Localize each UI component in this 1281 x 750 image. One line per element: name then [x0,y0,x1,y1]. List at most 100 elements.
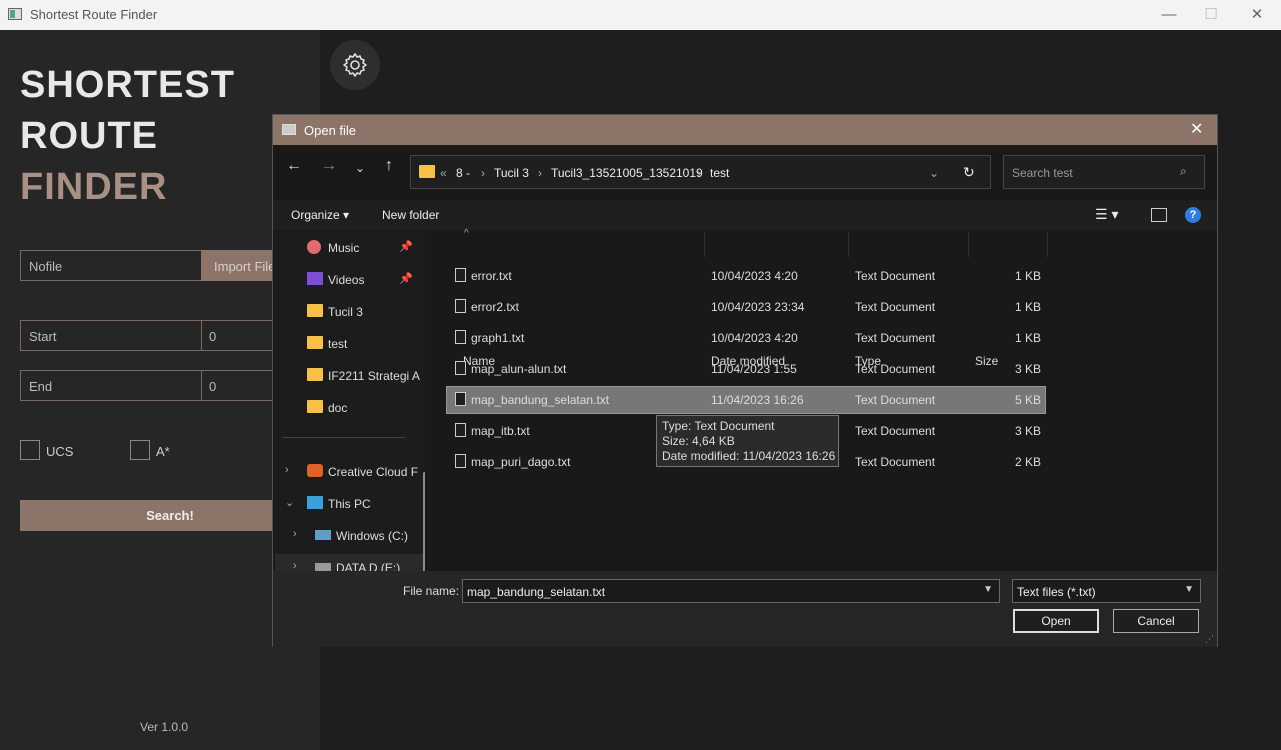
file-list: ^ Name Date modified Type Size error.txt… [433,228,1217,572]
nav-item-if2211[interactable]: IF2211 Strategi A [275,362,425,390]
cancel-button[interactable]: Cancel [1113,609,1199,633]
nav-item-creative-cloud[interactable]: › Creative Cloud F [275,458,425,486]
pin-icon: 📌 [399,241,413,253]
nav-scrollbar[interactable] [423,472,425,572]
tooltip-date: Date modified: 11/04/2023 16:26 [662,449,836,463]
gear-icon [343,53,367,77]
end-value[interactable]: 0 [209,379,216,394]
file-name-display: Nofile [20,250,202,281]
breadcrumb-item[interactable]: Tucil3_13521005_13521019 [551,166,703,180]
version-label: Ver 1.0.0 [140,720,189,734]
maximize-button[interactable]: ☐ [1188,0,1234,30]
nav-item-windows-c[interactable]: › Windows (C:) [275,522,425,550]
organize-button[interactable]: Organize ▾ [291,208,349,222]
view-options-icon[interactable]: ☰ ▾ [1095,206,1118,223]
file-date: 11/04/2023 1:55 [711,362,797,376]
start-value[interactable]: 0 [209,329,216,344]
resize-grip-icon[interactable]: ⋰ [1205,634,1214,645]
tooltip-type: Type: Text Document [662,419,775,433]
astar-checkbox[interactable] [130,440,150,460]
chevron-down-icon[interactable]: ⌄ [929,166,939,180]
file-type: Text Document [855,393,936,407]
file-type-select[interactable]: Text files (*.txt) ▼ [1012,579,1201,603]
minimize-button[interactable]: — [1146,0,1192,30]
nav-item-label: Music [328,241,360,255]
file-name-field[interactable]: map_bandung_selatan.txt ▼ [462,579,1000,603]
folder-icon [307,336,323,349]
file-name-value: map_bandung_selatan.txt [467,585,606,599]
chevron-down-icon[interactable]: ▼ [983,584,993,595]
dialog-title-bar: Open file ✕ [273,115,1217,145]
text-file-icon [455,454,466,468]
table-row-selected[interactable]: map_bandung_selatan.txt 11/04/2023 16:26… [446,386,1046,414]
chevron-right-icon: › [285,464,289,476]
app-icon [8,8,22,20]
search-input[interactable]: Search test ⌕ [1003,155,1205,189]
new-folder-button[interactable]: New folder [382,208,439,222]
breadcrumb-item[interactable]: 8 - [456,166,470,180]
search-placeholder: Search test [1012,166,1073,180]
app-window: Shortest Route Finder — ☐ ✕ SHORTEST ROU… [0,0,1281,750]
table-row[interactable]: error.txt 10/04/2023 4:20 Text Document … [447,263,1045,289]
nav-item-test[interactable]: test [275,330,425,358]
file-name: graph1.txt [471,331,525,345]
folder-icon [419,165,435,178]
nav-item-data-d[interactable]: › DATA D (E:) [275,554,425,572]
file-size: 3 KB [1014,362,1041,376]
start-label: Start [29,329,57,344]
open-file-dialog: Open file ✕ ← → ⌄ ↑ « 8 - › Tucil 3 › Tu… [272,114,1218,647]
help-icon[interactable]: ? [1185,207,1201,223]
file-type: Text Document [855,300,936,314]
preview-pane-icon[interactable] [1151,208,1167,222]
divider [201,321,202,350]
recent-chevron-icon[interactable]: ⌄ [345,161,375,175]
settings-button[interactable] [330,40,380,90]
back-arrow-icon[interactable]: ← [279,157,309,175]
file-type-value: Text files (*.txt) [1017,585,1096,599]
file-type: Text Document [855,331,936,345]
music-icon [307,240,321,254]
nav-item-videos[interactable]: Videos 📌 [275,266,425,294]
folder-icon [307,368,323,381]
breadcrumb-item[interactable]: test [710,166,729,180]
nav-item-label: Videos [328,273,365,287]
astar-label: A* [156,444,170,459]
breadcrumb-item[interactable]: Tucil 3 [494,166,529,180]
brand-line-3: FINDER [20,166,168,208]
file-type: Text Document [855,455,936,469]
file-size: 1 KB [1014,269,1041,283]
drive-icon [315,530,331,540]
nav-item-music[interactable]: Music 📌 [275,234,425,262]
address-bar[interactable]: « 8 - › Tucil 3 › Tucil3_13521005_135210… [410,155,991,189]
dialog-title: Open file [304,123,357,138]
creative-cloud-icon [307,464,323,477]
open-button[interactable]: Open [1013,609,1099,633]
divider [704,232,705,257]
nav-item-label: This PC [328,497,371,511]
computer-icon [307,496,323,509]
ucs-checkbox[interactable] [20,440,40,460]
window-title: Shortest Route Finder [30,7,158,22]
chevron-right-icon: › [293,528,297,540]
up-arrow-icon[interactable]: ↑ [374,157,404,175]
pin-icon: 📌 [399,273,413,285]
nav-item-doc[interactable]: doc [275,394,425,422]
file-size: 3 KB [1014,424,1041,438]
dialog-close-icon[interactable]: ✕ [1190,119,1203,139]
text-file-icon [455,361,466,375]
forward-arrow-icon[interactable]: → [314,157,344,175]
table-row[interactable]: error2.txt 10/04/2023 23:34 Text Documen… [447,294,1045,320]
chevron-down-icon: ▼ [1184,584,1194,595]
chevron-right-icon: › [481,166,485,180]
close-button[interactable]: ✕ [1234,0,1280,30]
nav-item-this-pc[interactable]: ⌄ This PC [275,490,425,518]
table-row[interactable]: map_alun-alun.txt 11/04/2023 1:55 Text D… [447,356,1045,382]
drive-icon [315,563,331,571]
file-type: Text Document [855,362,936,376]
table-row[interactable]: graph1.txt 10/04/2023 4:20 Text Document… [447,325,1045,351]
navigation-pane: Music 📌 Videos 📌 Tucil 3 test IF2211 Str… [275,232,425,572]
file-name: error.txt [471,269,512,283]
divider [1047,232,1048,257]
nav-item-tucil3[interactable]: Tucil 3 [275,298,425,326]
refresh-icon[interactable]: ↻ [963,164,975,181]
